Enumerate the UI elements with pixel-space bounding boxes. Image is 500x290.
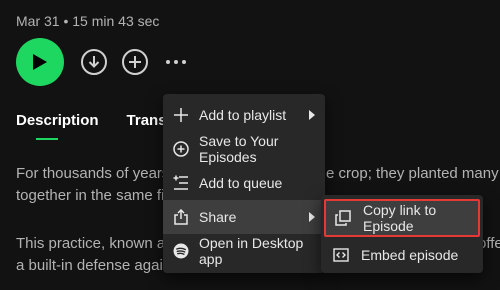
menu-item-save-to-your-episodes[interactable]: Save to Your Episodes — [163, 132, 325, 166]
more-options-button[interactable] — [166, 60, 186, 64]
download-button[interactable] — [81, 49, 107, 75]
menu-item-label: Share — [199, 209, 237, 225]
menu-item-open-in-desktop-app[interactable]: Open in Desktop app — [163, 234, 325, 268]
queue-add-icon — [173, 175, 189, 191]
menu-item-share[interactable]: Share — [163, 200, 325, 234]
menu-item-add-to-queue[interactable]: Add to queue — [163, 166, 325, 200]
menu-item-label: Embed episode — [361, 247, 459, 263]
description-line: e crop; they planted many — [326, 165, 499, 182]
menu-item-label: Add to playlist — [199, 107, 287, 123]
add-circle-icon — [173, 141, 189, 157]
more-dot — [166, 60, 170, 64]
play-icon — [33, 54, 47, 70]
tab-description[interactable]: Description — [16, 112, 99, 140]
menu-item-label: Add to queue — [199, 175, 283, 191]
episode-meta: Mar 31 • 15 min 43 sec — [16, 13, 160, 29]
plus-icon — [129, 56, 141, 68]
menu-item-label: Save to Your Episodes — [199, 133, 279, 165]
download-icon — [88, 56, 100, 68]
menu-item-add-to-playlist[interactable]: Add to playlist — [163, 98, 325, 132]
more-dot — [182, 60, 186, 64]
description-line: together in the same fie — [16, 187, 173, 204]
menu-item-copy-link-to-episode[interactable]: Copy link to Episode — [324, 199, 480, 237]
more-dot — [174, 60, 178, 64]
share-submenu: Copy link to Episode Embed episode — [321, 195, 483, 273]
chevron-right-icon — [309, 110, 315, 120]
add-episode-button[interactable] — [122, 49, 148, 75]
description-line: For thousands of years, — [16, 165, 174, 182]
spotify-icon — [173, 243, 189, 259]
share-icon — [173, 209, 189, 225]
description-line: This practice, known as — [16, 235, 173, 252]
embed-icon — [333, 247, 349, 263]
menu-item-label: Copy link to Episode — [363, 202, 437, 234]
episode-context-menu: Add to playlist Save to Your Episodes Ad… — [163, 94, 325, 273]
menu-item-label: Open in Desktop app — [199, 235, 304, 267]
copy-link-icon — [335, 210, 351, 226]
play-button[interactable] — [16, 38, 64, 86]
description-line: a built-in defense again — [16, 257, 172, 274]
episode-controls — [16, 38, 186, 86]
menu-item-embed-episode[interactable]: Embed episode — [321, 237, 483, 273]
chevron-right-icon — [309, 212, 315, 222]
plus-icon — [173, 107, 189, 123]
